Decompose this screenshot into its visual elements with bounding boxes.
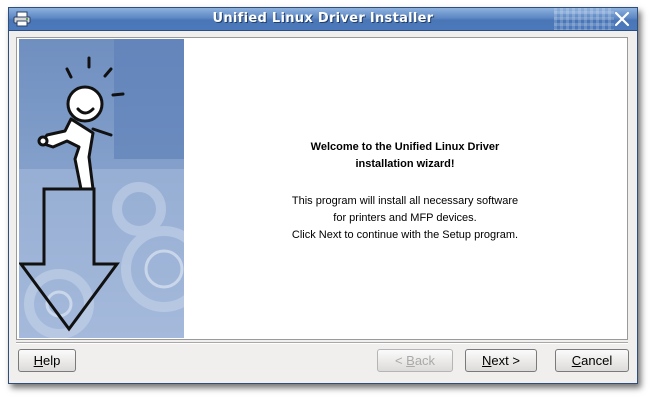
back-button-mnemonic: B: [406, 353, 415, 368]
back-button-label: ack: [414, 353, 436, 368]
next-button[interactable]: Next >: [465, 349, 537, 372]
help-button-label: elp: [43, 353, 61, 368]
cancel-button-label: ancel: [581, 353, 613, 368]
wizard-content-panel: Welcome to the Unified Linux Driver inst…: [16, 37, 628, 340]
next-button-mnemonic: N: [482, 353, 492, 368]
welcome-body: This program will install all necessary …: [185, 193, 625, 244]
welcome-body-line1: This program will install all necessary …: [291, 195, 519, 207]
welcome-heading-line2: installation wizard!: [355, 158, 455, 170]
title-bar-pattern: [554, 8, 614, 30]
back-button-prefix: <: [394, 353, 407, 368]
window-title: Unified Linux Driver Installer: [212, 11, 434, 26]
title-bar[interactable]: Unified Linux Driver Installer: [9, 8, 637, 31]
cancel-button-mnemonic: C: [571, 353, 582, 368]
welcome-body-line2: for printers and MFP devices.: [333, 212, 477, 224]
next-button-label: ext >: [491, 353, 520, 368]
wizard-side-image: [19, 39, 184, 338]
help-button-mnemonic: H: [33, 353, 44, 368]
cancel-button[interactable]: Cancel: [555, 349, 629, 372]
welcome-heading-line1: Welcome to the Unified Linux Driver: [310, 141, 500, 153]
help-button[interactable]: Help: [18, 349, 76, 372]
installer-window: Unified Linux Driver Installer Welcome t…: [8, 7, 638, 384]
welcome-message: Welcome to the Unified Linux Driver inst…: [185, 39, 625, 338]
button-separator: [16, 342, 628, 344]
close-icon[interactable]: [613, 10, 631, 28]
back-button[interactable]: < Back: [377, 349, 453, 372]
welcome-body-line3: Click Next to continue with the Setup pr…: [291, 229, 519, 241]
welcome-heading: Welcome to the Unified Linux Driver inst…: [185, 139, 625, 173]
